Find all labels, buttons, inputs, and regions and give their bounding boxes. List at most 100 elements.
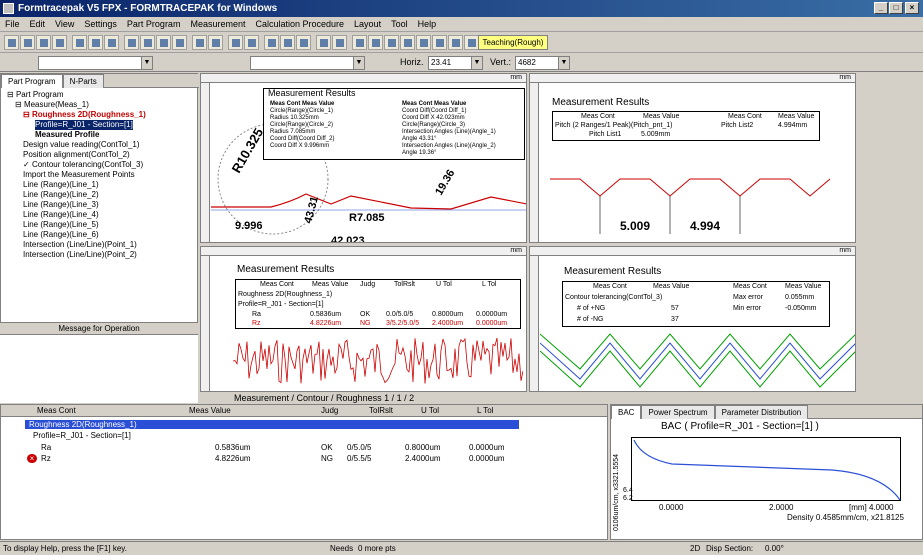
menu-edit[interactable]: Edit [25,17,51,32]
cell-meas-cont: Ra [41,443,52,452]
cell: 4.994mm [778,122,808,129]
toolbar-button[interactable] [140,35,155,50]
toolbar-button[interactable] [228,35,243,50]
cell: 0.0000um [476,320,508,327]
vert-label: Vert.: [490,57,512,67]
toolbar-button[interactable] [88,35,103,50]
tab-parameter-distribution[interactable]: Parameter Distribution [714,405,809,419]
menu-part-program[interactable]: Part Program [122,17,186,32]
toolbar-button[interactable] [280,35,295,50]
contour-graph-pane[interactable]: mm R10.325 9.996 43.31 R7.085 42.023 19.… [200,73,527,243]
menu-file[interactable]: File [0,17,25,32]
tool-icon [268,39,276,47]
menu-view[interactable]: View [50,17,79,32]
ng-icon: × [27,454,37,463]
layer-combo[interactable]: ▼ [250,56,365,70]
toolbar-button[interactable] [192,35,207,50]
graph-tabs[interactable]: Measurement / Contour / Roughness 1 / 1 … [198,392,468,404]
tree-item[interactable]: ⊟ Measure(Meas_1) [7,100,187,110]
x-tick: [mm] 4.0000 [849,503,894,512]
tab-bac[interactable]: BAC [611,405,642,419]
analysis-panel: BAC Power Spectrum Parameter Distribution … [610,404,923,540]
tree-item[interactable]: Measured Profile [7,130,187,140]
roughness-graph-pane[interactable]: mm Measurement Results Meas Cont Meas Va… [200,246,527,392]
toolbar-button[interactable] [264,35,279,50]
cell: Circle(Range)(Circle_2) [270,122,334,128]
horiz-magnification[interactable]: 23.41 ▼ [428,56,483,70]
menu-settings[interactable]: Settings [79,17,122,32]
toolbar-button[interactable] [368,35,383,50]
toolbar-button[interactable] [52,35,67,50]
toolbar-button[interactable] [124,35,139,50]
tree-item[interactable]: Line (Range)(Line_5) [7,220,187,230]
menu-tool[interactable]: Tool [386,17,413,32]
toolbar-button[interactable] [464,35,479,50]
tree-item-selected[interactable]: Profile=R_J01 - Section=[1] [7,120,187,130]
tree-item[interactable]: Line (Range)(Line_3) [7,200,187,210]
table-row[interactable]: × Rz 4.8226um NG 0/5.5/5 2.4000um 0.0000… [1,454,607,464]
cell: Coord Diff X [402,115,435,121]
hdr: Meas Cont [733,283,767,290]
table-row[interactable]: Profile=R_J01 - Section=[1] [1,431,607,441]
toolbar-button[interactable] [432,35,447,50]
tab-power-spectrum[interactable]: Power Spectrum [641,405,715,419]
minimize-button[interactable]: _ [874,2,888,14]
dim-4994: 4.994 [690,219,720,233]
menu-layout[interactable]: Layout [349,17,386,32]
toolbar-button[interactable] [104,35,119,50]
tab-n-parts[interactable]: N-Parts [62,74,104,88]
tree-item[interactable]: Line (Range)(Line_1) [7,180,187,190]
menu-help[interactable]: Help [413,17,442,32]
tab-part-program[interactable]: Part Program [1,74,63,88]
toolbar-button[interactable] [416,35,431,50]
toolbar-button[interactable] [332,35,347,50]
cell-meas-cont: Profile=R_J01 - Section=[1] [33,431,131,440]
col-meas-cont: Meas Cont [37,406,76,415]
toolbar-button[interactable] [244,35,259,50]
toolbar-button[interactable] [316,35,331,50]
toolbar-button[interactable] [4,35,19,50]
cell: 7.085mm [290,129,316,135]
tree-label: Line (Range)(Line_1) [23,180,99,189]
vert-magnification[interactable]: 4682 ▼ [515,56,570,70]
tree-item[interactable]: Line (Range)(Line_4) [7,210,187,220]
tree-item[interactable]: ⊟ Part Program [7,90,187,100]
menu-measurement[interactable]: Measurement [185,17,250,32]
tree-item[interactable]: ✓ Contour tolerancing(ContTol_3) [7,160,187,170]
tree-item[interactable]: Line (Range)(Line_6) [7,230,187,240]
cell: Coord Diff X [270,143,303,149]
table-row[interactable]: Ra 0.5836um OK 0/5.0/5 0.8000um 0.0000um [1,443,607,453]
teaching-mode-indicator[interactable]: Teaching(Rough) [478,35,548,50]
toolbar-button[interactable] [72,35,87,50]
hdr: Judg [360,281,376,288]
dim-42023: 42.023 [331,235,365,242]
tree-item[interactable]: ⊟ Roughness 2D(Roughness_1) [7,110,187,120]
tree-item[interactable]: Intersection (Line/Line)(Point_2) [7,250,187,260]
tree-item[interactable]: Import the Measurement Points [7,170,187,180]
chart-title: BAC ( Profile=R_J01 - Section=[1] ) [661,421,819,432]
toolbar-button[interactable] [172,35,187,50]
tree-label: Line (Range)(Line_2) [23,190,99,199]
table-row[interactable]: Roughness 2D(Roughness_1) [1,420,607,430]
pitch-graph-pane[interactable]: mm Measurement Results Meas Cont Meas Va… [529,73,856,243]
toolbar-button[interactable] [208,35,223,50]
toolbar-button[interactable] [448,35,463,50]
tree-item[interactable]: Position alignment(ContTol_2) [7,150,187,160]
tree-item[interactable]: Intersection (Line/Line)(Point_1) [7,240,187,250]
hdr: Meas Cont [728,113,762,120]
toolbar-button[interactable] [296,35,311,50]
tolerance-graph-pane[interactable]: mm Measurement Results Meas Cont Meas Va… [529,246,856,392]
profile-combo[interactable]: ▼ [38,56,153,70]
menu-calculation[interactable]: Calculation Procedure [250,17,349,32]
maximize-button[interactable]: □ [889,2,903,14]
toolbar-button[interactable] [20,35,35,50]
tree-item[interactable]: Design value reading(ContTol_1) [7,140,187,150]
cell: Contour tolerancing(ContTol_3) [565,294,663,301]
close-button[interactable]: × [905,2,919,14]
toolbar-button[interactable] [156,35,171,50]
toolbar-button[interactable] [384,35,399,50]
toolbar-button[interactable] [400,35,415,50]
tree-item[interactable]: Line (Range)(Line_2) [7,190,187,200]
toolbar-button[interactable] [352,35,367,50]
toolbar-button[interactable] [36,35,51,50]
